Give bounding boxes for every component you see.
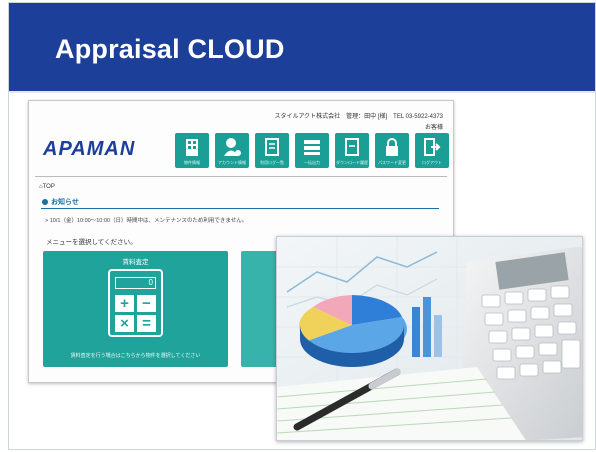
nav-label: アカウント情報 [218, 160, 246, 165]
notice-rule [41, 208, 439, 209]
user-line: お客様 [424, 125, 443, 131]
banner-divider [9, 91, 595, 93]
calc-key: × [115, 315, 134, 332]
nav-log[interactable]: 利用ログ一覧 [255, 133, 289, 168]
finance-illustration [277, 237, 582, 440]
calc-key: + [115, 295, 134, 312]
calculator-icon: 0 + − × = [108, 269, 163, 337]
nav-property[interactable]: 物件情報 [175, 133, 209, 168]
nav-label: ダウンロード履歴 [336, 160, 368, 165]
nav-label: 利用ログ一覧 [260, 160, 284, 165]
lock-icon [386, 138, 398, 156]
select-prompt: メニューを選択してください。 [46, 239, 137, 246]
header-rule [35, 176, 447, 177]
notice-title: お知らせ [51, 199, 79, 206]
breadcrumb[interactable]: ⌂TOP [39, 184, 55, 190]
building-icon [186, 139, 198, 156]
apaman-logo: APAMAN [43, 138, 136, 160]
nav-bar: 物件情報 アカウント情報 利用ログ一覧 一括出力 ダウンロード履歴 パスワード変… [175, 133, 449, 168]
banner-title: Appraisal CLOUD [55, 34, 285, 64]
nav-password[interactable]: パスワード変更 [375, 133, 409, 168]
tile-footer: 賃料査定を行う場合はこちらから物件を選択してください [70, 353, 201, 359]
nav-label: 物件情報 [184, 160, 200, 165]
nav-label: 一括出力 [304, 160, 320, 165]
nav-label: ログアウト [422, 160, 442, 165]
calc-key: − [137, 295, 156, 312]
breadcrumb-label: TOP [42, 184, 55, 190]
rent-appraisal-tile[interactable]: 賃料査定 0 + − × = 賃料査定を行う場合はこちらから物件を選択してくださ… [43, 251, 228, 367]
stack-icon [304, 140, 320, 155]
document-icon [345, 138, 359, 156]
exit-icon [424, 138, 441, 156]
title-banner: Appraisal CLOUD [9, 3, 595, 91]
tile-title: 賃料査定 [122, 259, 149, 266]
nav-download[interactable]: ダウンロード履歴 [335, 133, 369, 168]
user-icon [224, 138, 241, 156]
account-info: スタイルアクト株式会社 管理：田中 [様] TEL 03-5922-4373 お… [258, 111, 443, 131]
nav-label: パスワード変更 [378, 160, 406, 165]
document-icon [265, 138, 279, 156]
calc-key: = [137, 315, 156, 332]
finance-photo [276, 236, 583, 441]
pie-chart-graphic [299, 295, 407, 367]
company-line: スタイルアクト株式会社 管理：田中 [様] TEL 03-5922-4373 [274, 114, 443, 120]
nav-account[interactable]: アカウント情報 [215, 133, 249, 168]
notice-text: > 10/1（金）10:00〜10:00（日）時間中は、メンテナンスのため利用で… [45, 218, 248, 224]
calc-display: 0 [115, 277, 156, 289]
nav-logout[interactable]: ログアウト [415, 133, 449, 168]
info-dot-icon [42, 199, 48, 205]
nav-export[interactable]: 一括出力 [295, 133, 329, 168]
notice-heading: お知らせ [42, 197, 79, 207]
